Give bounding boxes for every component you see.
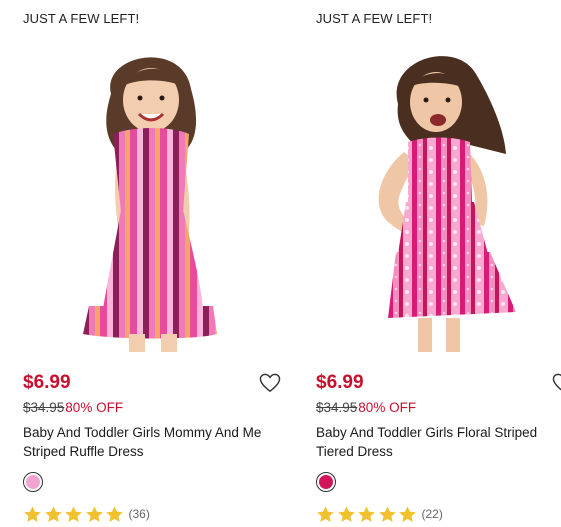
- product-name-link[interactable]: Baby And Toddler Girls Mommy And Me Stri…: [23, 423, 285, 461]
- price-details: $34.9580% OFF: [23, 400, 123, 415]
- sale-price: $6.99: [316, 372, 364, 393]
- price-details: $34.9580% OFF: [316, 400, 416, 415]
- star-icon: [65, 505, 82, 522]
- wishlist-button[interactable]: [259, 373, 281, 393]
- discount-label: 80% OFF: [358, 400, 417, 415]
- stock-badge: JUST A FEW LEFT!: [316, 11, 433, 26]
- heart-outline-icon: [259, 373, 281, 393]
- wishlist-button[interactable]: [552, 373, 561, 393]
- product-photo-girl-striped-dress: [83, 57, 217, 352]
- product-image[interactable]: [23, 34, 285, 352]
- stock-badge: JUST A FEW LEFT!: [23, 11, 140, 26]
- star-rating: (22): [316, 503, 443, 525]
- product-photo-girl-floral-dress: [378, 56, 516, 352]
- heart-outline-icon: [552, 373, 561, 391]
- color-swatch[interactable]: [23, 472, 43, 492]
- star-icon: [44, 505, 62, 522]
- discount-label: 80% OFF: [65, 400, 124, 415]
- product-image[interactable]: [316, 34, 561, 352]
- star-icon: [337, 505, 355, 522]
- star-icon: [399, 505, 416, 522]
- product-card[interactable]: JUST A FEW LEFT! $6.99 $34.9580% OFF Bab…: [316, 0, 561, 527]
- star-icon: [24, 505, 41, 522]
- star-icon: [378, 505, 396, 522]
- sale-price: $6.99: [23, 372, 71, 393]
- product-card[interactable]: JUST A FEW LEFT! $6.99 $34.9580% OFF Bab…: [23, 0, 285, 527]
- original-price: $34.95: [316, 400, 358, 415]
- color-swatch[interactable]: [316, 472, 336, 492]
- star-icon: [85, 505, 103, 522]
- star-rating: (36): [23, 503, 150, 525]
- star-icon: [317, 505, 334, 522]
- star-icon: [106, 505, 123, 522]
- color-swatch-fill: [26, 475, 40, 489]
- product-name-link[interactable]: Baby And Toddler Girls Floral Striped Ti…: [316, 423, 561, 461]
- review-count: (36): [128, 507, 150, 521]
- review-count: (22): [421, 507, 443, 521]
- original-price: $34.95: [23, 400, 65, 415]
- star-icon: [358, 505, 375, 522]
- color-swatch-fill: [319, 475, 333, 489]
